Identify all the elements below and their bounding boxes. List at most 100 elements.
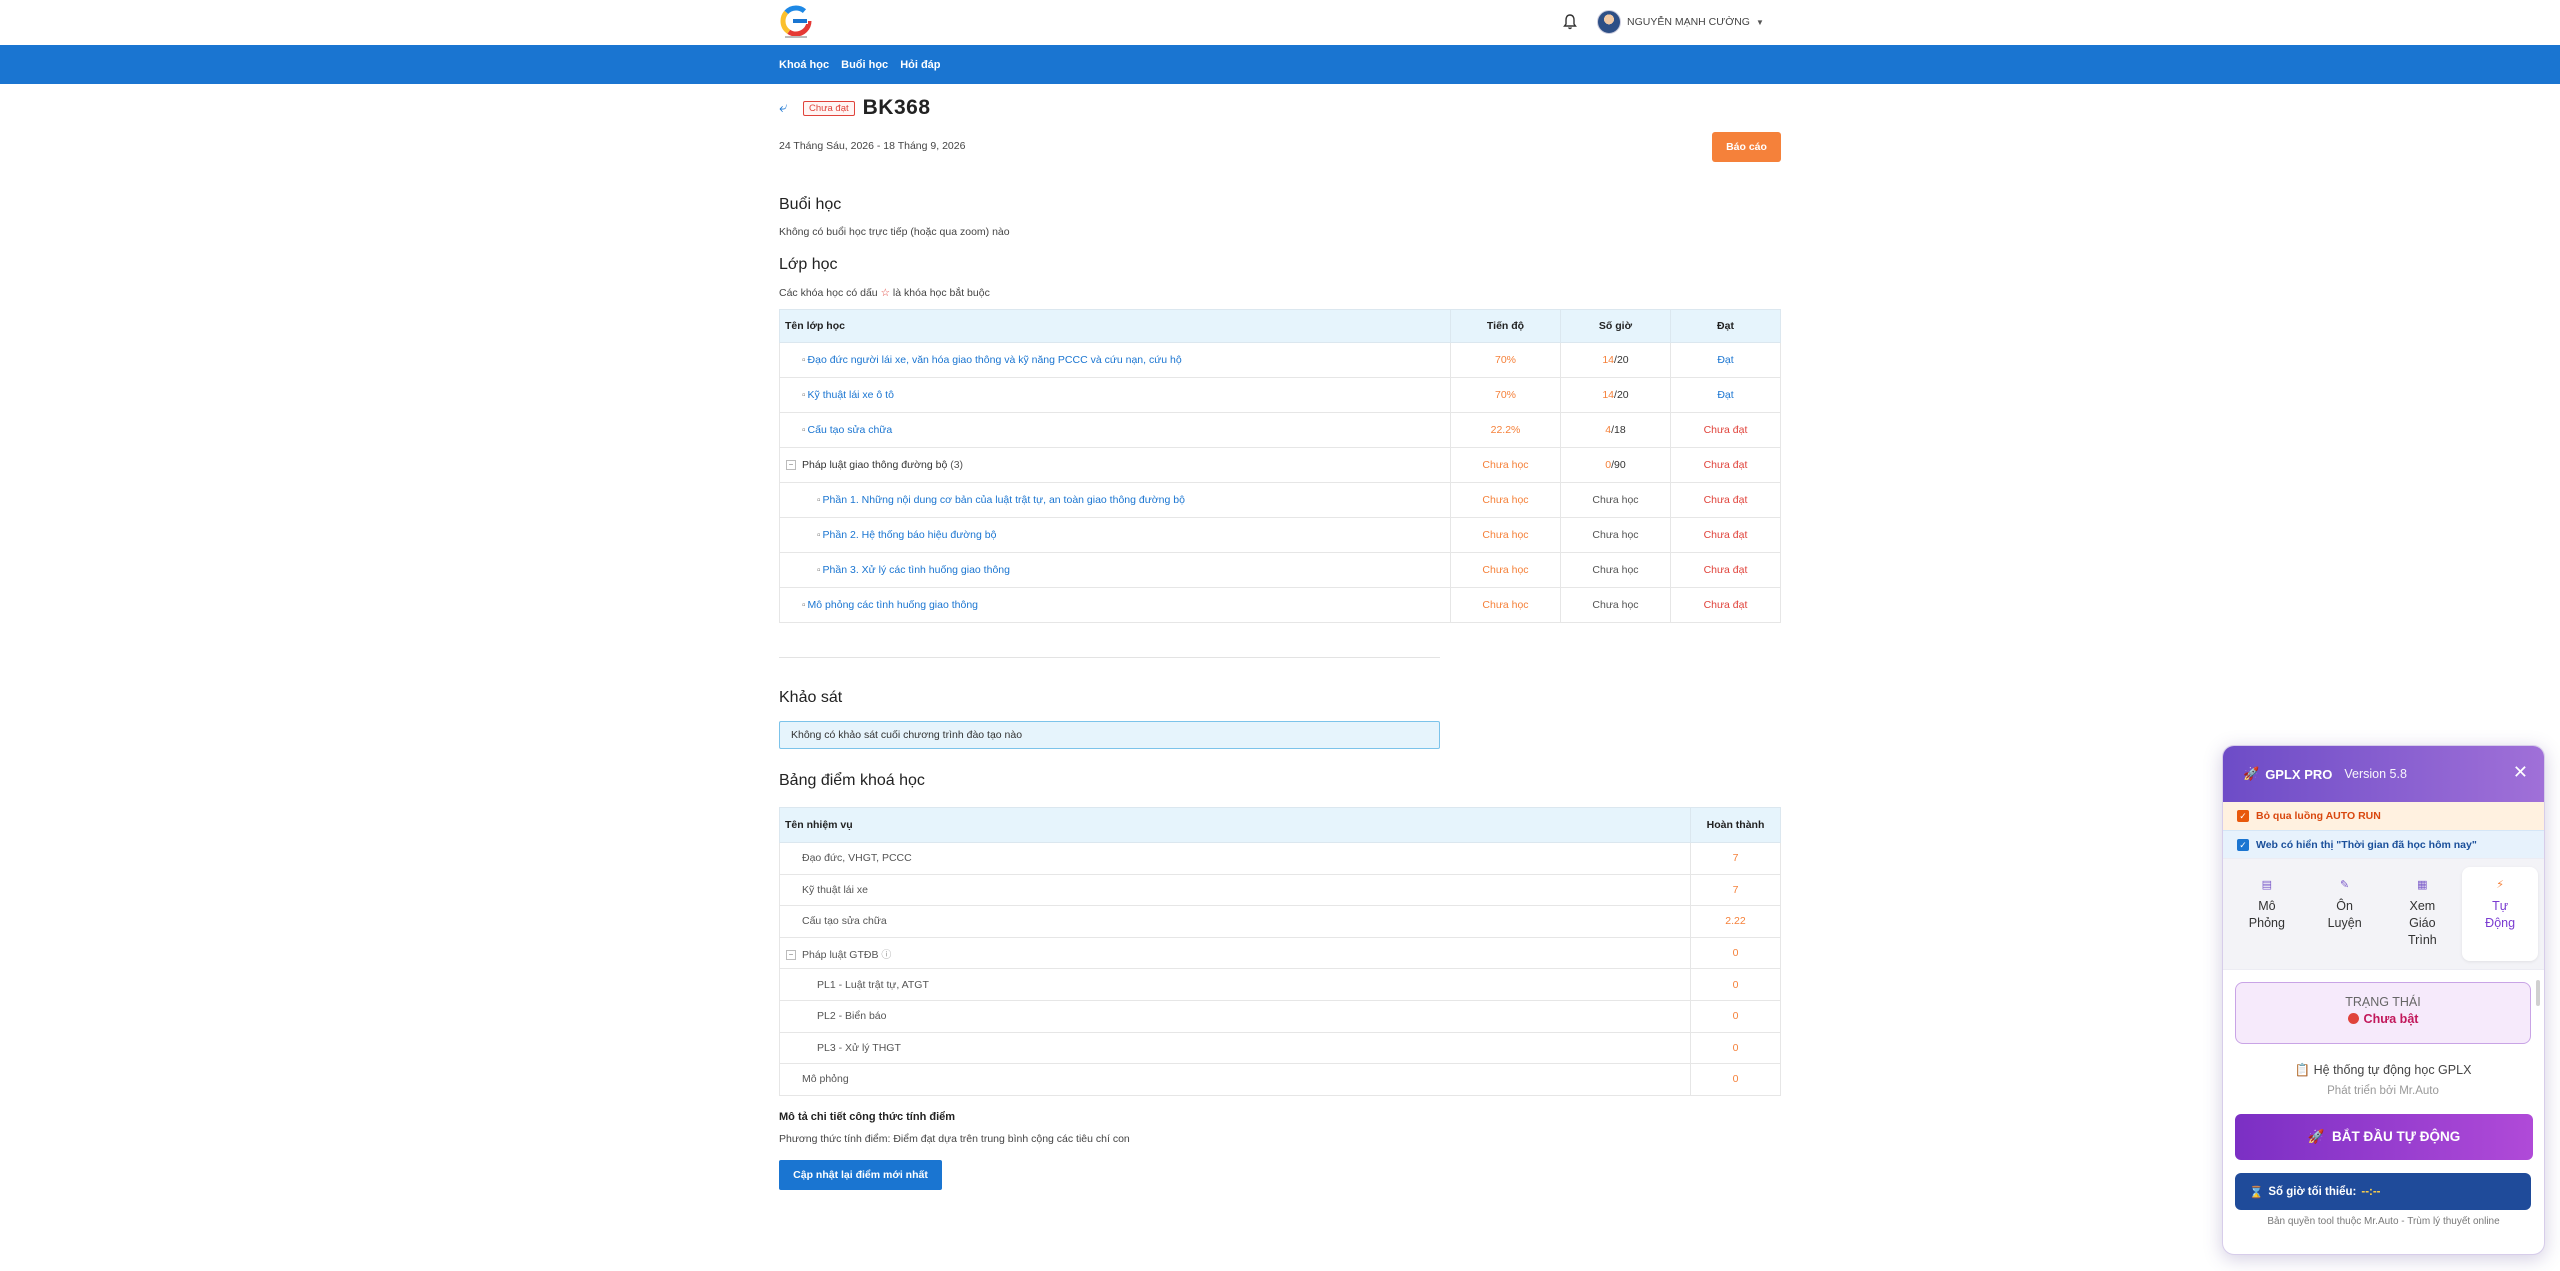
collapse-toggle-icon[interactable]: − <box>786 949 796 960</box>
notification-bell-icon[interactable] <box>1562 13 1578 31</box>
formula-title: Mô tả chi tiết công thức tính điểm <box>779 1111 956 1123</box>
help-icon[interactable]: ⓘ <box>881 950 891 961</box>
document-icon: ▫ <box>802 600 806 611</box>
table-row: PL2 - Biển báo 0 <box>779 999 1781 1033</box>
copyright-text: Bản quyền tool thuộc Mr.Auto - Trùm lý t… <box>2267 1216 2500 1227</box>
class-link[interactable]: Mô phỏng các tình huống giao thông <box>808 599 978 611</box>
user-menu[interactable]: NGUYỄN MẠNH CƯỜNG ▼ <box>1597 10 1764 34</box>
survey-empty-alert: Không có khảo sát cuối chương trình đào … <box>779 721 1440 749</box>
class-link[interactable]: Phần 1. Những nội dung cơ bản của luật t… <box>823 494 1185 506</box>
start-auto-button[interactable]: 🚀 BẮT ĐẦU TỰ ĐỘNG <box>2235 1114 2533 1160</box>
back-arrow-icon[interactable]: ⤶ <box>779 100 795 116</box>
class-link[interactable]: Đạo đức người lái xe, văn hóa giao thông… <box>808 354 1182 366</box>
collapse-toggle-icon[interactable]: − <box>786 460 796 471</box>
col-task-name: Tên nhiệm vụ <box>779 807 1691 843</box>
class-link[interactable]: Phần 2. Hệ thống báo hiệu đường bộ <box>823 529 997 541</box>
panel-header: 🚀 GPLX PRO Version 5.8 ✕ <box>2223 746 2544 802</box>
top-header: NGUYỄN MẠNH CƯỜNG ▼ <box>0 0 2560 45</box>
hourglass-icon: ⌛ <box>2249 1186 2264 1199</box>
document-icon: ▫ <box>817 565 821 576</box>
rocket-icon: 🚀 <box>2243 766 2260 781</box>
section-divider <box>779 657 1440 658</box>
table-row: PL3 - Xử lý THGT 0 <box>779 1031 1781 1065</box>
table-row: ▫ Phần 1. Những nội dung cơ bản của luật … <box>779 482 1781 518</box>
table-row: ▫ Đạo đức người lái xe, văn hóa giao thôn… <box>779 342 1781 378</box>
page-title: BK368 <box>862 96 931 119</box>
option-skip-autorun[interactable]: ✓ Bỏ qua luồng AUTO RUN <box>2223 802 2544 830</box>
table-row: Mô phỏng 0 <box>779 1063 1781 1096</box>
update-scores-button[interactable]: Cập nhật lại điểm mới nhất <box>779 1160 942 1190</box>
system-title: 📋 Hệ thống tự động học GPLX <box>2294 1063 2472 1077</box>
nav-courses[interactable]: Khoá học <box>779 59 829 71</box>
table-row: ▫ Cấu tạo sửa chữa 22.2% 4/18 Chưa đạt <box>779 412 1781 448</box>
tab-practice[interactable]: ✎ Ôn Luyện <box>2307 867 2383 961</box>
document-icon: ▫ <box>802 425 806 436</box>
document-icon: ▫ <box>802 390 806 401</box>
document-icon: ▫ <box>817 530 821 541</box>
table-row: PL1 - Luật trật tự, ATGT 0 <box>779 968 1781 1001</box>
checkbox-checked-icon[interactable]: ✓ <box>2237 838 2249 851</box>
course-date-range: 24 Tháng Sáu, 2026 - 18 Tháng 9, 2026 <box>779 140 966 152</box>
min-hours-value: --:-- <box>2361 1185 2381 1198</box>
col-pass: Đạt <box>1670 309 1781 343</box>
col-hours: Số giờ <box>1560 309 1671 343</box>
option-show-time[interactable]: ✓ Web có hiển thị "Thời gian đã học hôm … <box>2223 830 2544 858</box>
nav-qa[interactable]: Hỏi đáp <box>900 59 940 71</box>
table-row: − Pháp luật GTĐB ⓘ 0 <box>779 936 1781 970</box>
classes-note: Các khóa học có dấu ☆ là khóa học bắt bu… <box>779 287 990 299</box>
sessions-empty-text: Không có buổi học trực tiếp (hoặc qua zo… <box>779 226 1010 238</box>
main-nav: Khoá học Buổi học Hỏi đáp <box>0 45 2560 84</box>
notebook-icon: ✎ <box>2340 879 2350 891</box>
tab-curriculum[interactable]: ▦ Xem Giáo Trình <box>2385 867 2461 961</box>
formula-description: Phương thức tính điểm: Điểm đạt dựa trên… <box>779 1133 1130 1145</box>
table-row: − Pháp luật giao thông đường bộ (3) Chưa … <box>779 447 1781 483</box>
status-badge: Chưa đạt <box>803 100 855 116</box>
panel-tabs: ▤ Mô Phỏng ✎ Ôn Luyện ▦ Xem Giáo Trình ⚡ Tự Đ… <box>2223 858 2544 970</box>
system-info: 📋 Hệ thống tự động học GPLX Phát triển b… <box>2235 1056 2531 1104</box>
extension-name: GPLX PRO <box>2265 766 2333 782</box>
red-dot-icon <box>2347 1013 2359 1024</box>
class-link[interactable]: Phần 3. Xử lý các tình huống giao thông <box>823 564 1010 576</box>
book-icon: ▦ <box>2417 879 2428 891</box>
report-button[interactable]: Báo cáo <box>1712 132 1781 162</box>
tab-simulation[interactable]: ▤ Mô Phỏng <box>2229 867 2305 961</box>
status-value: Chưa bật <box>2236 1012 2530 1026</box>
lightning-icon: ⚡ <box>2496 879 2504 891</box>
sessions-heading: Buổi học <box>779 196 842 213</box>
table-row: ▫ Phần 2. Hệ thống báo hiệu đường bộ Chưa… <box>779 517 1781 553</box>
site-logo[interactable] <box>779 4 813 40</box>
scrollbar[interactable] <box>2536 980 2540 1006</box>
system-subtitle: Phát triển bởi Mr.Auto <box>2327 1085 2439 1097</box>
document-icon: 📋 <box>2294 1063 2314 1077</box>
class-link[interactable]: Cấu tạo sửa chữa <box>808 424 893 436</box>
rocket-icon: 🚀 <box>2307 1129 2333 1144</box>
col-progress: Tiến độ <box>1450 309 1561 343</box>
min-hours-bar: ⌛ Số giờ tối thiểu: --:-- <box>2235 1173 2531 1210</box>
table-row: Đạo đức, VHGT, PCCC 7 <box>779 842 1781 875</box>
document-icon: ▫ <box>817 495 821 506</box>
table-row: ▫ Mô phỏng các tình huống giao thông Chưa… <box>779 587 1781 623</box>
tab-auto[interactable]: ⚡ Tự Động <box>2462 867 2538 961</box>
grades-table: Tên nhiệm vụ Hoàn thành Đạo đức, VHGT, P… <box>779 807 1781 1096</box>
group-name: Pháp luật giao thông đường bộ <box>802 459 948 471</box>
caret-down-icon: ▼ <box>1755 17 1764 27</box>
table-row: Cấu tạo sửa chữa 2.22 <box>779 905 1781 938</box>
classes-table: Tên lớp học Tiến độ Số giờ Đạt ▫ Đạo đức … <box>779 309 1781 623</box>
status-card: TRẠNG THÁI Chưa bật <box>2235 982 2531 1044</box>
class-link[interactable]: Kỹ thuật lái xe ô tô <box>808 389 894 401</box>
survey-heading: Khảo sát <box>779 689 843 706</box>
table-row: Kỹ thuật lái xe 7 <box>779 873 1781 907</box>
classes-heading: Lớp học <box>779 256 838 273</box>
col-class-name: Tên lớp học <box>779 309 1451 343</box>
close-icon[interactable]: ✕ <box>2513 762 2528 783</box>
document-icon: ▫ <box>802 355 806 366</box>
avatar <box>1597 10 1621 34</box>
nav-sessions[interactable]: Buổi học <box>841 59 888 71</box>
table-row: ▫ Kỹ thuật lái xe ô tô 70% 14/20 Đạt <box>779 377 1781 413</box>
extension-version: Version 5.8 <box>2344 767 2407 781</box>
checkbox-checked-icon[interactable]: ✓ <box>2237 810 2249 822</box>
user-name: NGUYỄN MẠNH CƯỜNG <box>1627 16 1750 28</box>
col-completion: Hoàn thành <box>1690 807 1781 843</box>
status-label: TRẠNG THÁI <box>2345 995 2421 1009</box>
table-row: ▫ Phần 3. Xử lý các tình huống giao thông… <box>779 552 1781 588</box>
